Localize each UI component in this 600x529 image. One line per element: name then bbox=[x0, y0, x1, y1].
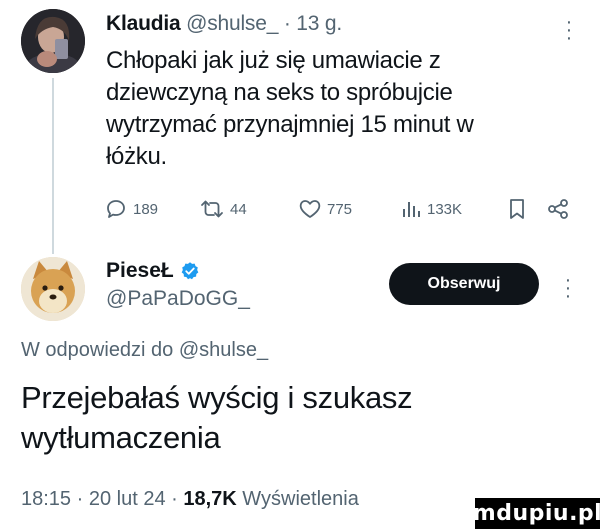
reply-tweet-meta: 18:15 · 20 lut 24 · 18,7K Wyświetlenia bbox=[21, 488, 359, 511]
views-action[interactable]: 133K bbox=[400, 192, 462, 226]
verified-badge-icon[interactable] bbox=[180, 261, 200, 281]
share-icon bbox=[548, 199, 568, 219]
klaudia-avatar[interactable] bbox=[21, 9, 85, 73]
parent-tweet-time[interactable]: 13 g. bbox=[296, 12, 342, 35]
reply-count: 189 bbox=[133, 200, 159, 218]
parent-author-name[interactable]: Klaudia bbox=[106, 12, 181, 35]
repost-arrows-icon bbox=[201, 200, 223, 218]
bookmark-icon bbox=[510, 199, 524, 219]
reply-to-handle[interactable]: @shulse_ bbox=[179, 339, 268, 361]
reply-tweet-text: Przejebałaś wyścig i szukasz wytłumaczen… bbox=[21, 380, 413, 455]
meta-separator-1: · bbox=[71, 488, 89, 510]
reply-author-handle[interactable]: @PaPaDoGG_ bbox=[106, 287, 250, 311]
heart-icon bbox=[299, 200, 321, 218]
reply-prefix: W odpowiedzi do bbox=[21, 339, 179, 361]
follow-button[interactable]: Obserwuj bbox=[389, 263, 539, 305]
thread-connector-line bbox=[52, 78, 54, 254]
parent-tweet-header: Klaudia @shulse_ · 13 g. bbox=[106, 12, 342, 36]
views-count: 133K bbox=[427, 200, 463, 218]
piesel-avatar[interactable] bbox=[21, 257, 85, 321]
meta-separator-2: · bbox=[165, 488, 184, 510]
reply-date[interactable]: 20 lut 24 bbox=[89, 488, 166, 510]
share-action[interactable] bbox=[546, 192, 570, 226]
reply-author-row: PieseŁ bbox=[106, 259, 200, 283]
reply-author-name[interactable]: PieseŁ bbox=[106, 259, 174, 283]
like-action[interactable]: 775 bbox=[298, 192, 352, 226]
reply-context: W odpowiedzi do @shulse_ bbox=[21, 339, 268, 362]
header-separator: · bbox=[278, 12, 297, 35]
bookmark-action[interactable] bbox=[506, 192, 528, 226]
reply-time[interactable]: 18:15 bbox=[21, 488, 71, 510]
bar-chart-icon bbox=[403, 202, 420, 217]
reply-action[interactable]: 189 bbox=[104, 192, 158, 226]
reply-views-count: 18,7K bbox=[183, 488, 237, 510]
reply-views-label: Wyświetlenia bbox=[242, 488, 359, 510]
repost-action[interactable]: 44 bbox=[199, 192, 247, 226]
repost-count: 44 bbox=[230, 200, 247, 218]
like-count: 775 bbox=[327, 200, 353, 218]
reply-more-options-icon[interactable]: · · · bbox=[561, 270, 575, 306]
parent-tweet-text: Chłopaki jak już się umawiacie z dziewcz… bbox=[106, 47, 474, 170]
parent-more-options-icon[interactable]: · · · bbox=[562, 12, 576, 48]
watermark-logo: mdupiu.pl bbox=[473, 498, 600, 529]
speech-bubble-icon bbox=[107, 200, 125, 218]
parent-tweet-actions: 189 44 775 133K bbox=[104, 192, 574, 226]
parent-author-handle[interactable]: @shulse_ bbox=[186, 12, 278, 35]
